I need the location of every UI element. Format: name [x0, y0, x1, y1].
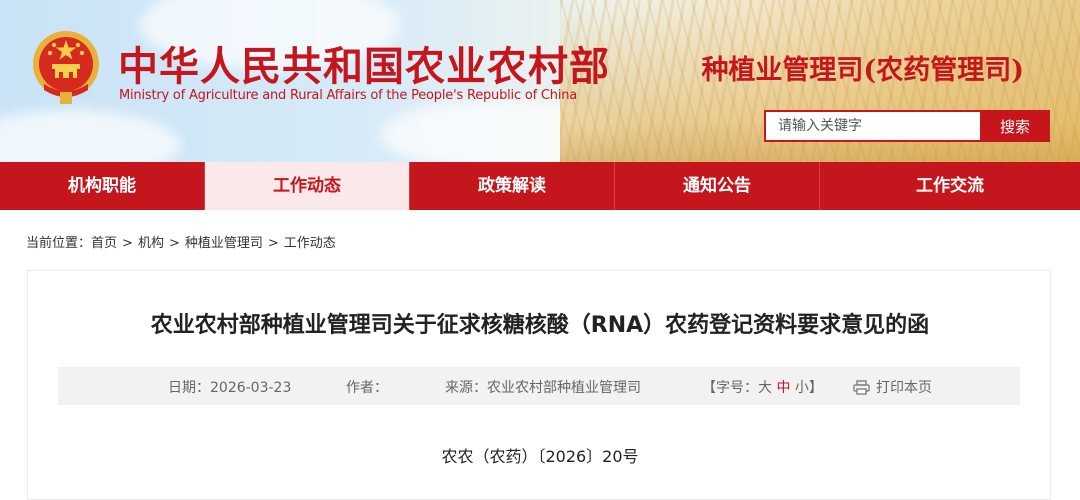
site-title: 中华人民共和国农业农村部 [118, 43, 610, 90]
breadcrumb-separator: > [267, 236, 279, 251]
nav-item-institution-functions[interactable]: 机构职能 [0, 162, 205, 210]
author: 作者： [346, 380, 388, 396]
department-title: 种植业管理司(农药管理司) [701, 55, 1024, 86]
breadcrumb-link-home[interactable]: 首页 [91, 236, 117, 251]
search-button[interactable]: 搜索 [980, 110, 1050, 142]
article-title: 农业农村部种植业管理司关于征求核糖核酸（RNA）农药登记资料要求意见的函 [150, 313, 930, 338]
printer-icon [853, 380, 870, 395]
site-banner: 中华人民共和国农业农村部 Ministry of Agriculture and… [0, 0, 1080, 162]
article-meta-bar: 日期：2026-03-23 作者： 来源：农业农村部种植业管理司 【字号：大 中… [58, 367, 1020, 405]
font-size-prefix: 【字号： [702, 380, 758, 396]
breadcrumb-link-institution[interactable]: 机构 [138, 236, 164, 251]
font-size-control: 【字号：大 中 小】 [702, 377, 823, 397]
breadcrumb-link-work-updates[interactable]: 工作动态 [284, 236, 336, 251]
font-size-large-button[interactable]: 大 [758, 380, 772, 396]
nav-item-work-exchange[interactable]: 工作交流 [820, 162, 1080, 210]
print-page-button[interactable]: 打印本页 [853, 377, 932, 397]
nav-item-announcements[interactable]: 通知公告 [615, 162, 820, 210]
article-panel: 农业农村部种植业管理司关于征求核糖核酸（RNA）农药登记资料要求意见的函 日期：… [27, 270, 1051, 500]
print-page-label: 打印本页 [876, 380, 932, 396]
breadcrumb-link-department[interactable]: 种植业管理司 [185, 236, 263, 251]
font-size-suffix: 】 [808, 380, 823, 396]
nav-item-policy-interpretation[interactable]: 政策解读 [410, 162, 615, 210]
national-emblem-icon [33, 31, 99, 104]
document-number: 农农（农药）〔2026〕20号 [441, 447, 639, 466]
font-size-small-button[interactable]: 小 [795, 380, 809, 396]
search-input[interactable] [764, 110, 980, 142]
source: 来源：农业农村部种植业管理司 [445, 380, 641, 396]
breadcrumb-separator: > [122, 236, 133, 251]
breadcrumb: 当前位置：首页 > 机构 > 种植业管理司 > 工作动态 [26, 232, 336, 251]
breadcrumb-separator: > [168, 236, 180, 251]
publish-date: 日期：2026-03-23 [168, 380, 292, 396]
main-nav: 机构职能 工作动态 政策解读 通知公告 工作交流 [0, 162, 1080, 210]
site-subtitle: Ministry of Agriculture and Rural Affair… [119, 88, 578, 103]
breadcrumb-prefix: 当前位置： [26, 236, 92, 251]
nav-item-work-updates[interactable]: 工作动态 [205, 162, 410, 210]
font-size-medium-button[interactable]: 中 [776, 380, 790, 396]
